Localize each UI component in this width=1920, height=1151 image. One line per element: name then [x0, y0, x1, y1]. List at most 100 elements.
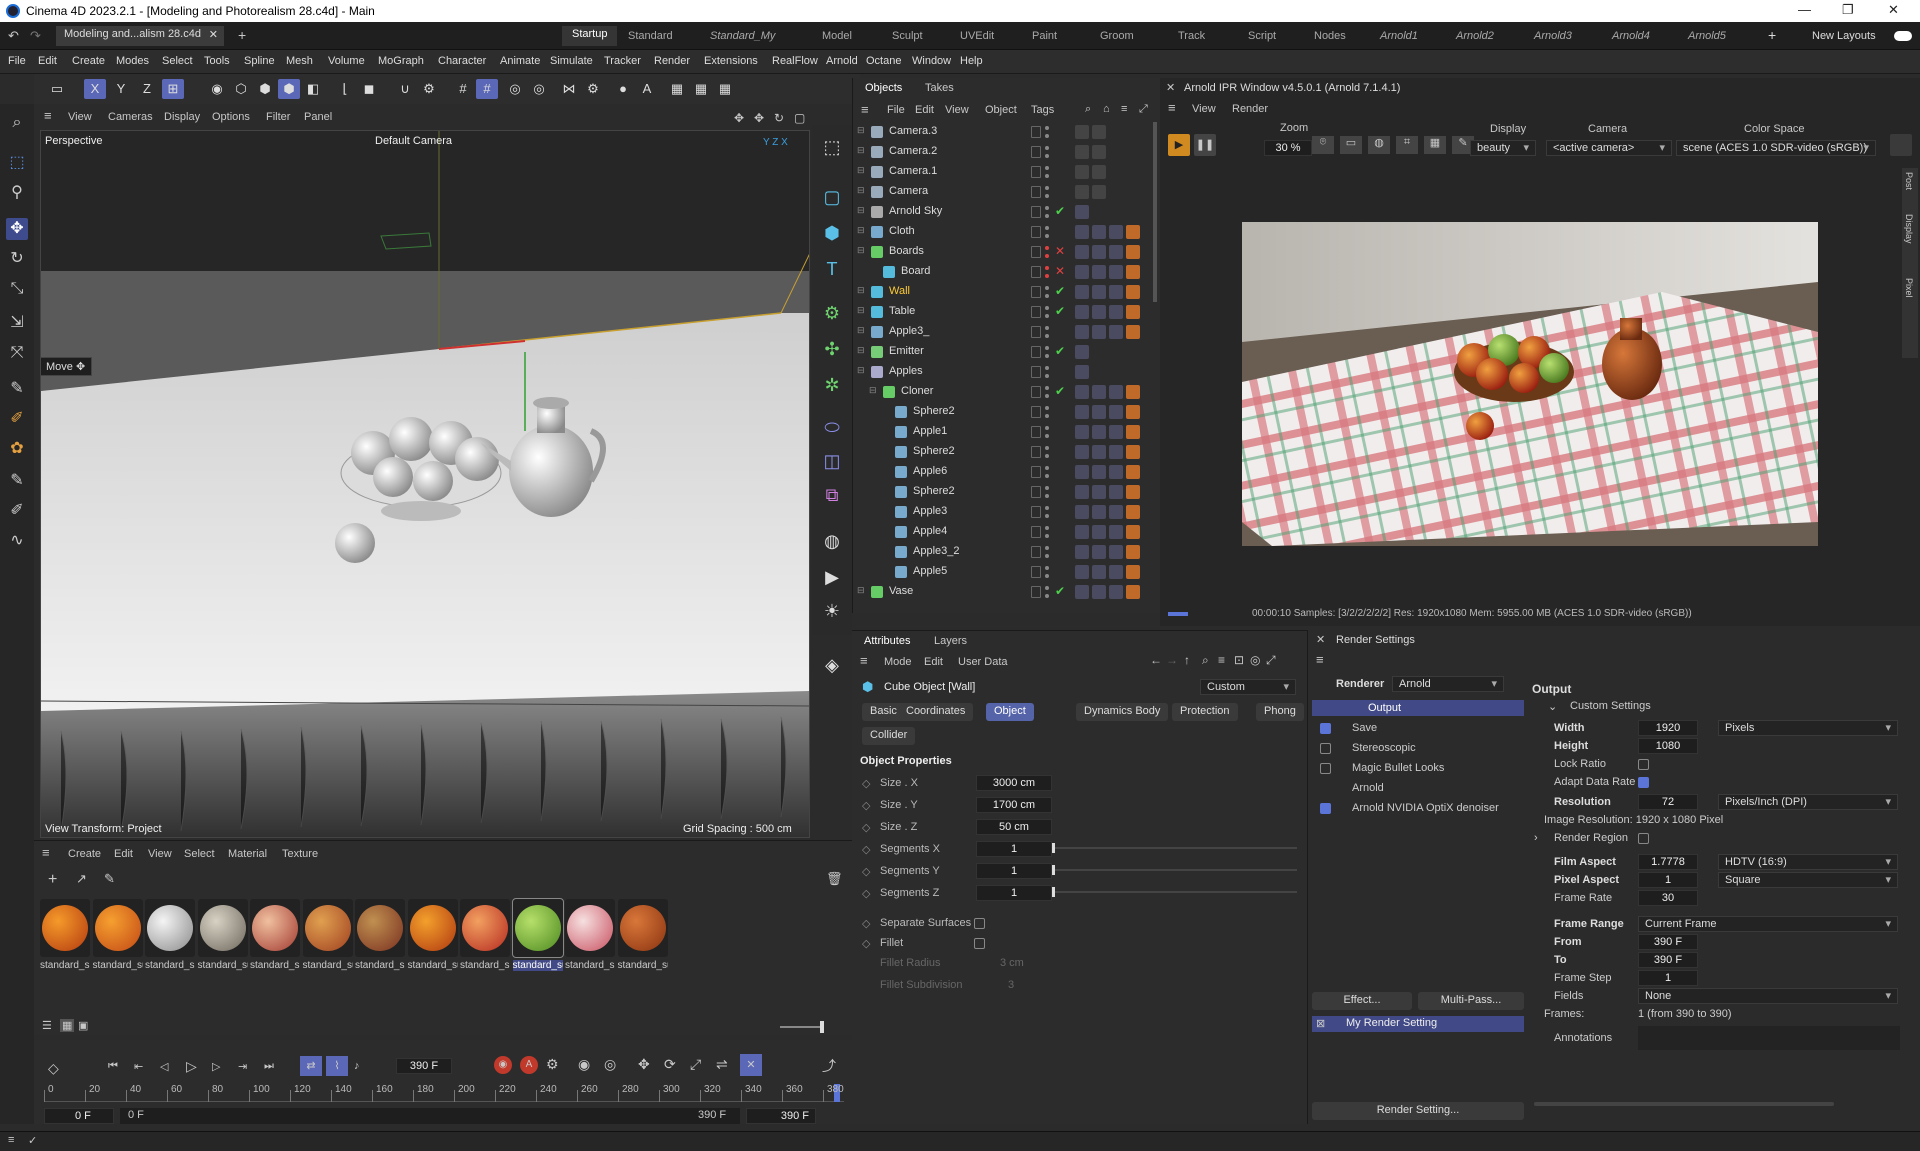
tab-attributes[interactable]: Attributes — [864, 635, 910, 647]
render-visibility-dot[interactable] — [1045, 374, 1049, 378]
render-region-checkbox[interactable] — [1638, 833, 1649, 844]
menu-select[interactable]: Select — [162, 55, 193, 67]
texture-mode-icon[interactable]: ◧ — [302, 79, 324, 99]
resolution-field[interactable]: 72 — [1638, 794, 1698, 810]
enabled-check-icon[interactable]: ✔ — [1055, 204, 1065, 218]
mat-menu-material[interactable]: Material — [228, 848, 267, 860]
editor-visibility-dot[interactable] — [1045, 286, 1049, 290]
render-visibility-dot[interactable] — [1045, 534, 1049, 538]
tag-icon[interactable] — [1109, 425, 1123, 439]
tree-branch-icon[interactable]: ⊟ — [857, 125, 865, 136]
viewport-rotate-icon[interactable]: ↻ — [774, 111, 784, 125]
viewport-maximize-icon[interactable]: ▢ — [794, 111, 805, 125]
render-visibility-dot[interactable] — [1045, 514, 1049, 518]
material-thumbnail[interactable] — [565, 899, 615, 957]
tag-icon[interactable] — [1075, 285, 1089, 299]
tag-icon[interactable] — [1126, 425, 1140, 439]
tag-icon[interactable] — [1092, 565, 1106, 579]
tree-branch-icon[interactable]: ⊟ — [857, 225, 865, 236]
x-axis-button[interactable]: X — [84, 79, 106, 99]
document-tab[interactable]: Modeling and...alism 28.c4d ✕ — [56, 26, 224, 46]
material-thumbnail[interactable] — [511, 898, 564, 958]
ipr-play-button[interactable]: ▶ — [1168, 134, 1190, 156]
prop-slider-handle[interactable] — [1052, 887, 1055, 897]
tree-branch-icon[interactable]: ⊟ — [857, 325, 865, 336]
attr-tab-collider[interactable]: Collider — [862, 727, 916, 745]
render-visibility-dot[interactable] — [1045, 354, 1049, 358]
render-visibility-dot[interactable] — [1045, 574, 1049, 578]
tab-objects[interactable]: Objects — [865, 82, 902, 94]
mat-menu-view[interactable]: View — [148, 848, 172, 860]
attr-search-icon[interactable]: ⌕ — [1202, 653, 1209, 668]
tag-icon[interactable] — [1126, 465, 1140, 479]
tag-icon[interactable] — [1109, 265, 1123, 279]
new-layouts-toggle[interactable] — [1894, 31, 1912, 41]
tag-icon[interactable] — [1126, 265, 1140, 279]
render-effect-item[interactable]: Arnold NVIDIA OptiX denoiser — [1352, 802, 1499, 814]
tag-icon[interactable] — [1126, 445, 1140, 459]
layer-visibility-icon[interactable] — [1031, 386, 1041, 398]
layout-tab-6[interactable]: Paint — [1032, 30, 1057, 42]
tag-icon[interactable] — [1126, 225, 1140, 239]
mograph-icon[interactable]: ✣ — [820, 337, 844, 361]
mat-menu-select[interactable]: Select — [184, 848, 215, 860]
workplane-icon[interactable]: # — [476, 79, 498, 99]
scale-tool-icon[interactable]: ⤡ — [6, 278, 28, 300]
editor-visibility-dot[interactable] — [1045, 146, 1049, 150]
editor-visibility-dot[interactable] — [1045, 226, 1049, 230]
menu-extensions[interactable]: Extensions — [704, 55, 758, 67]
custom-settings-toggle[interactable]: ⌄ — [1548, 700, 1557, 713]
layer-visibility-icon[interactable] — [1031, 166, 1041, 178]
tree-branch-icon[interactable]: ⊟ — [857, 345, 865, 356]
next-frame-icon[interactable]: ▷ — [212, 1060, 220, 1073]
arnold-icon[interactable]: A — [636, 79, 658, 99]
tag-icon[interactable] — [1126, 385, 1140, 399]
camera-object-icon[interactable]: ◫ — [820, 449, 844, 473]
layer-visibility-icon[interactable] — [1031, 146, 1041, 158]
autokey-record-icon[interactable]: A — [520, 1056, 538, 1074]
tag-icon[interactable] — [1092, 505, 1106, 519]
ipr-pause-button[interactable]: ❚❚ — [1194, 134, 1216, 156]
render-visibility-dot[interactable] — [1045, 154, 1049, 158]
layer-visibility-icon[interactable] — [1031, 586, 1041, 598]
ipr-settings-icon[interactable] — [1890, 134, 1912, 156]
tab-takes[interactable]: Takes — [925, 82, 954, 94]
mirror-icon[interactable]: ⋈ — [558, 79, 580, 99]
menu-file[interactable]: File — [8, 55, 26, 67]
side-tab-post[interactable]: Post — [1904, 172, 1914, 190]
tag-icon[interactable] — [1075, 245, 1089, 259]
menu-help[interactable]: Help — [960, 55, 983, 67]
tag-icon[interactable] — [1092, 185, 1106, 199]
object-row[interactable]: Apple3 — [853, 502, 1153, 522]
prop-slider-handle[interactable] — [1052, 843, 1055, 853]
side-tab-display[interactable]: Display — [1904, 214, 1914, 244]
tag-icon[interactable] — [1092, 125, 1106, 139]
region-icon[interactable]: ▭ — [1340, 136, 1362, 154]
prop-slider[interactable] — [1052, 847, 1297, 849]
om-expand-icon[interactable]: ⤢ — [1139, 103, 1148, 116]
menu-tools[interactable]: Tools — [204, 55, 230, 67]
tag-icon[interactable] — [1109, 565, 1123, 579]
snap-settings-icon[interactable]: ⚙ — [418, 79, 440, 99]
attr-menu-userdata[interactable]: User Data — [958, 656, 1008, 668]
render-visibility-dot[interactable] — [1045, 274, 1049, 278]
brush-icon[interactable]: ✐ — [6, 408, 28, 430]
layer-visibility-icon[interactable] — [1031, 346, 1041, 358]
menu-window[interactable]: Window — [912, 55, 951, 67]
tag-icon[interactable] — [1126, 245, 1140, 259]
edges-mode-icon[interactable]: ⬡ — [230, 79, 252, 99]
prop-value-field[interactable]: 1 — [976, 841, 1052, 857]
height-field[interactable]: 1080 — [1638, 738, 1698, 754]
axis-icon[interactable]: ⤧ — [6, 342, 28, 364]
tag-icon[interactable] — [1075, 325, 1089, 339]
attr-tab-phong[interactable]: Phong — [1256, 703, 1304, 721]
layout-tab-13[interactable]: Arnold3 — [1534, 30, 1572, 42]
render-visibility-dot[interactable] — [1045, 434, 1049, 438]
pen-icon[interactable]: ✎ — [6, 470, 28, 492]
mat-menu-create[interactable]: Create — [68, 848, 101, 860]
tag-icon[interactable] — [1075, 585, 1089, 599]
tag-icon[interactable] — [1109, 505, 1123, 519]
tag-icon[interactable] — [1092, 165, 1106, 179]
layout-tab-2[interactable]: Standard_My — [710, 30, 775, 42]
layout-tab-7[interactable]: Groom — [1100, 30, 1134, 42]
